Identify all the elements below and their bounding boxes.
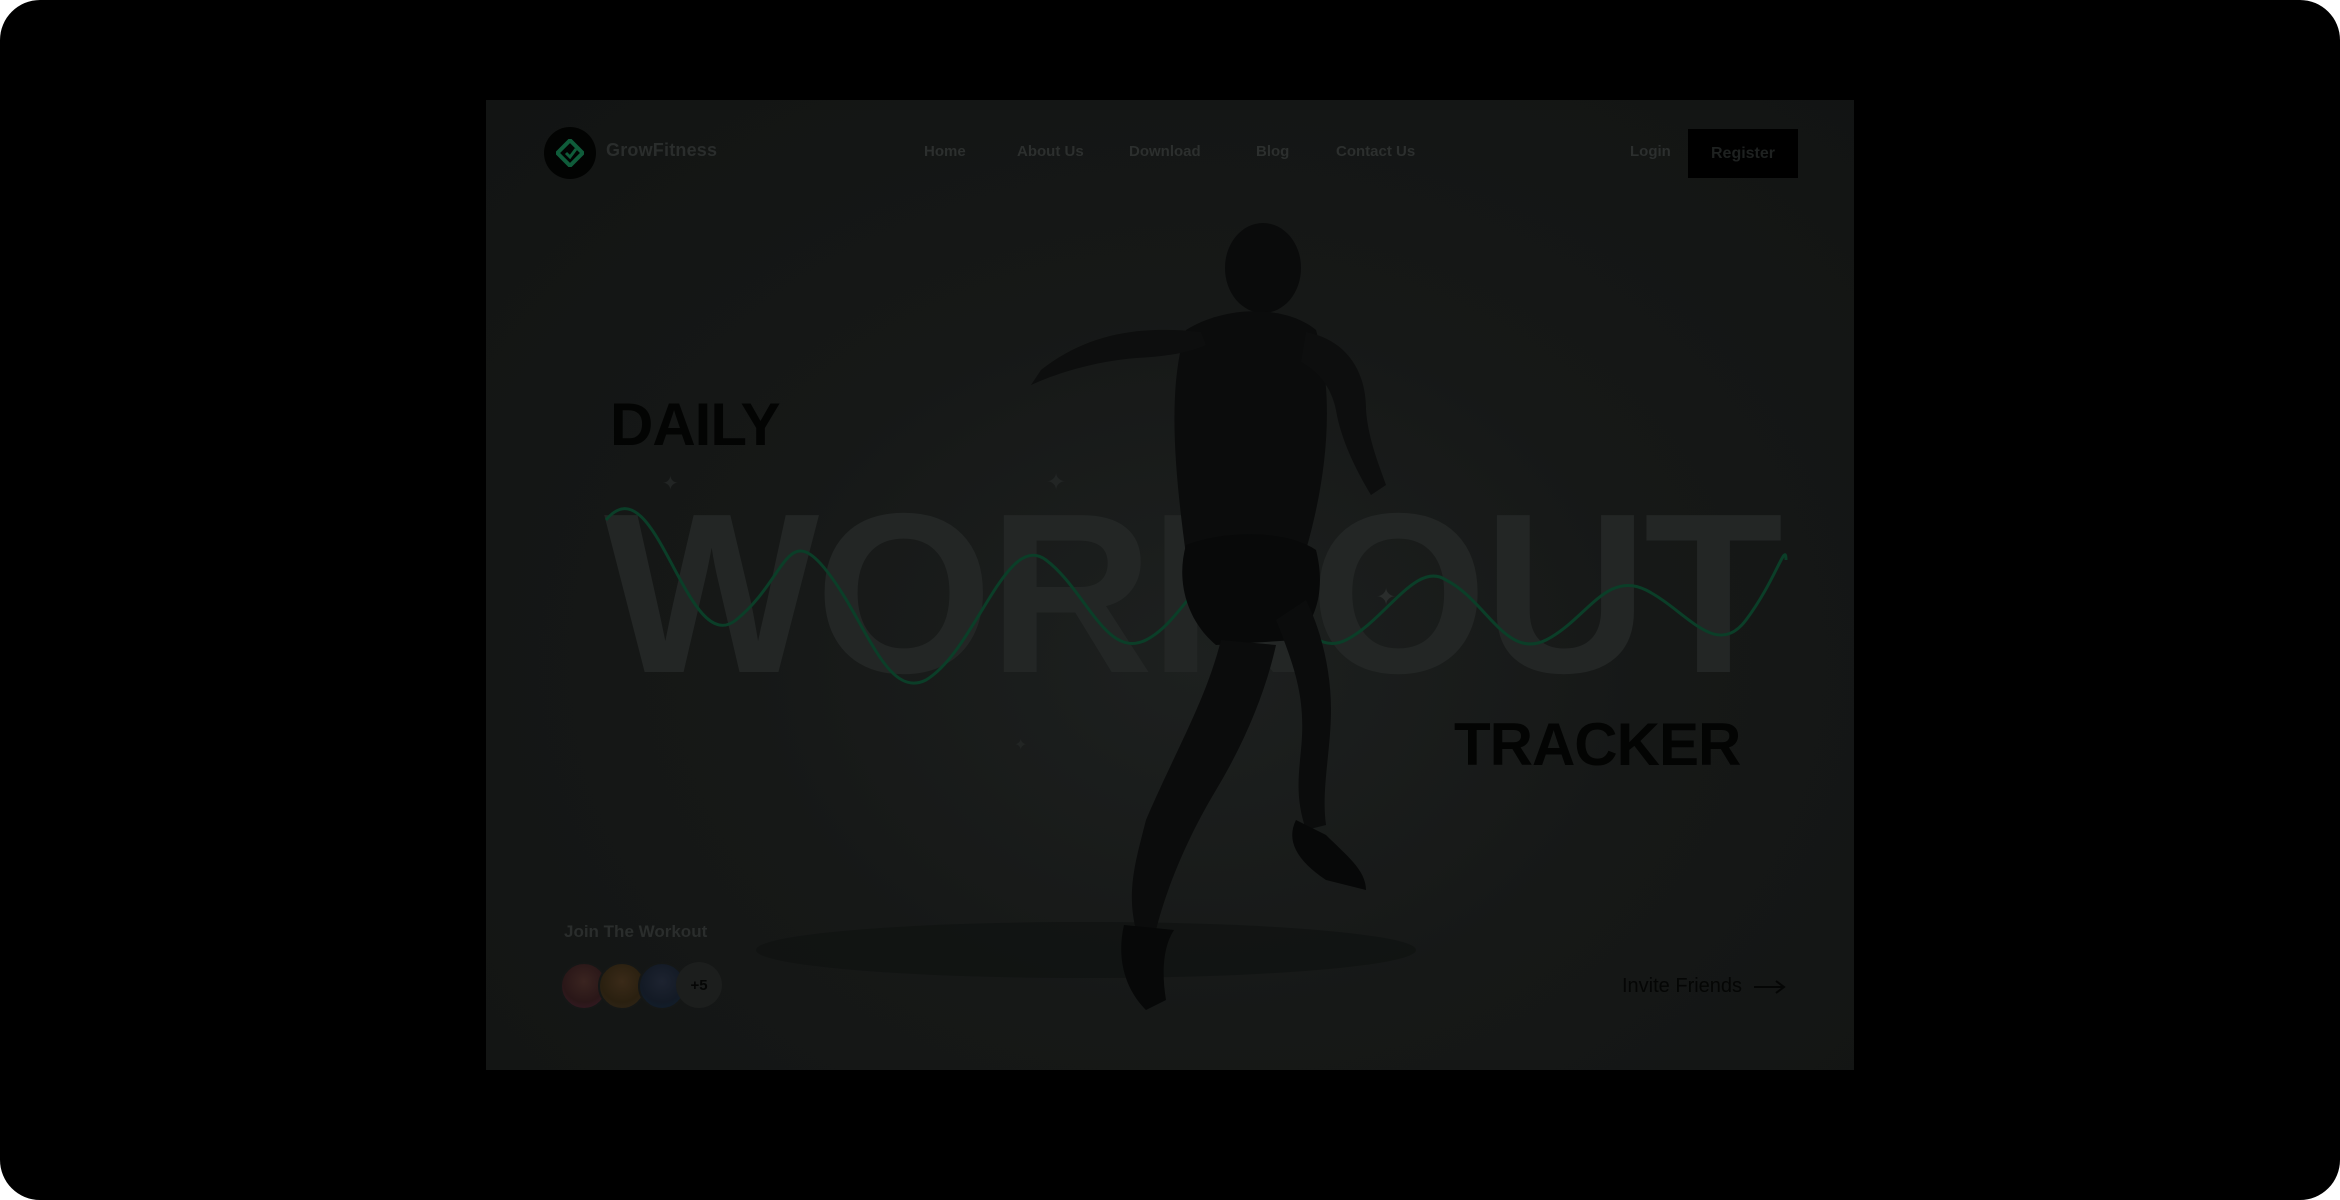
join-workout-label: Join The Workout: [564, 922, 708, 941]
nav-item-contact-us[interactable]: Contact Us: [1336, 143, 1415, 160]
invite-friends-link[interactable]: Invite Friends: [1622, 975, 1786, 998]
landing-page: WORKOUT ✦ ✦ ✦ ✦: [486, 100, 1854, 1070]
login-link[interactable]: Login: [1630, 143, 1671, 160]
daily-headline: DAILY: [610, 391, 780, 458]
tracker-headline: TRACKER: [1454, 711, 1741, 778]
nav-item-download[interactable]: Download: [1129, 143, 1201, 160]
nav-item-about-us[interactable]: About Us: [1017, 143, 1084, 160]
svg-text:✦: ✦: [662, 471, 679, 495]
avatar-group[interactable]: +5: [560, 962, 722, 1010]
logo-icon[interactable]: [544, 127, 596, 179]
nav-item-home[interactable]: Home: [924, 143, 966, 160]
nav-item-blog[interactable]: Blog: [1256, 143, 1289, 160]
more-members-badge[interactable]: +5: [676, 962, 722, 1008]
svg-text:✦: ✦: [1014, 735, 1027, 754]
svg-text:✦: ✦: [1376, 583, 1396, 611]
arrow-right-icon: [1754, 979, 1786, 994]
screen-frame: WORKOUT ✦ ✦ ✦ ✦: [0, 0, 2340, 1200]
brand-name[interactable]: GrowFitness: [606, 140, 717, 161]
svg-text:✦: ✦: [1046, 468, 1066, 496]
register-button[interactable]: Register: [1688, 129, 1798, 178]
invite-friends-label: Invite Friends: [1622, 975, 1743, 997]
